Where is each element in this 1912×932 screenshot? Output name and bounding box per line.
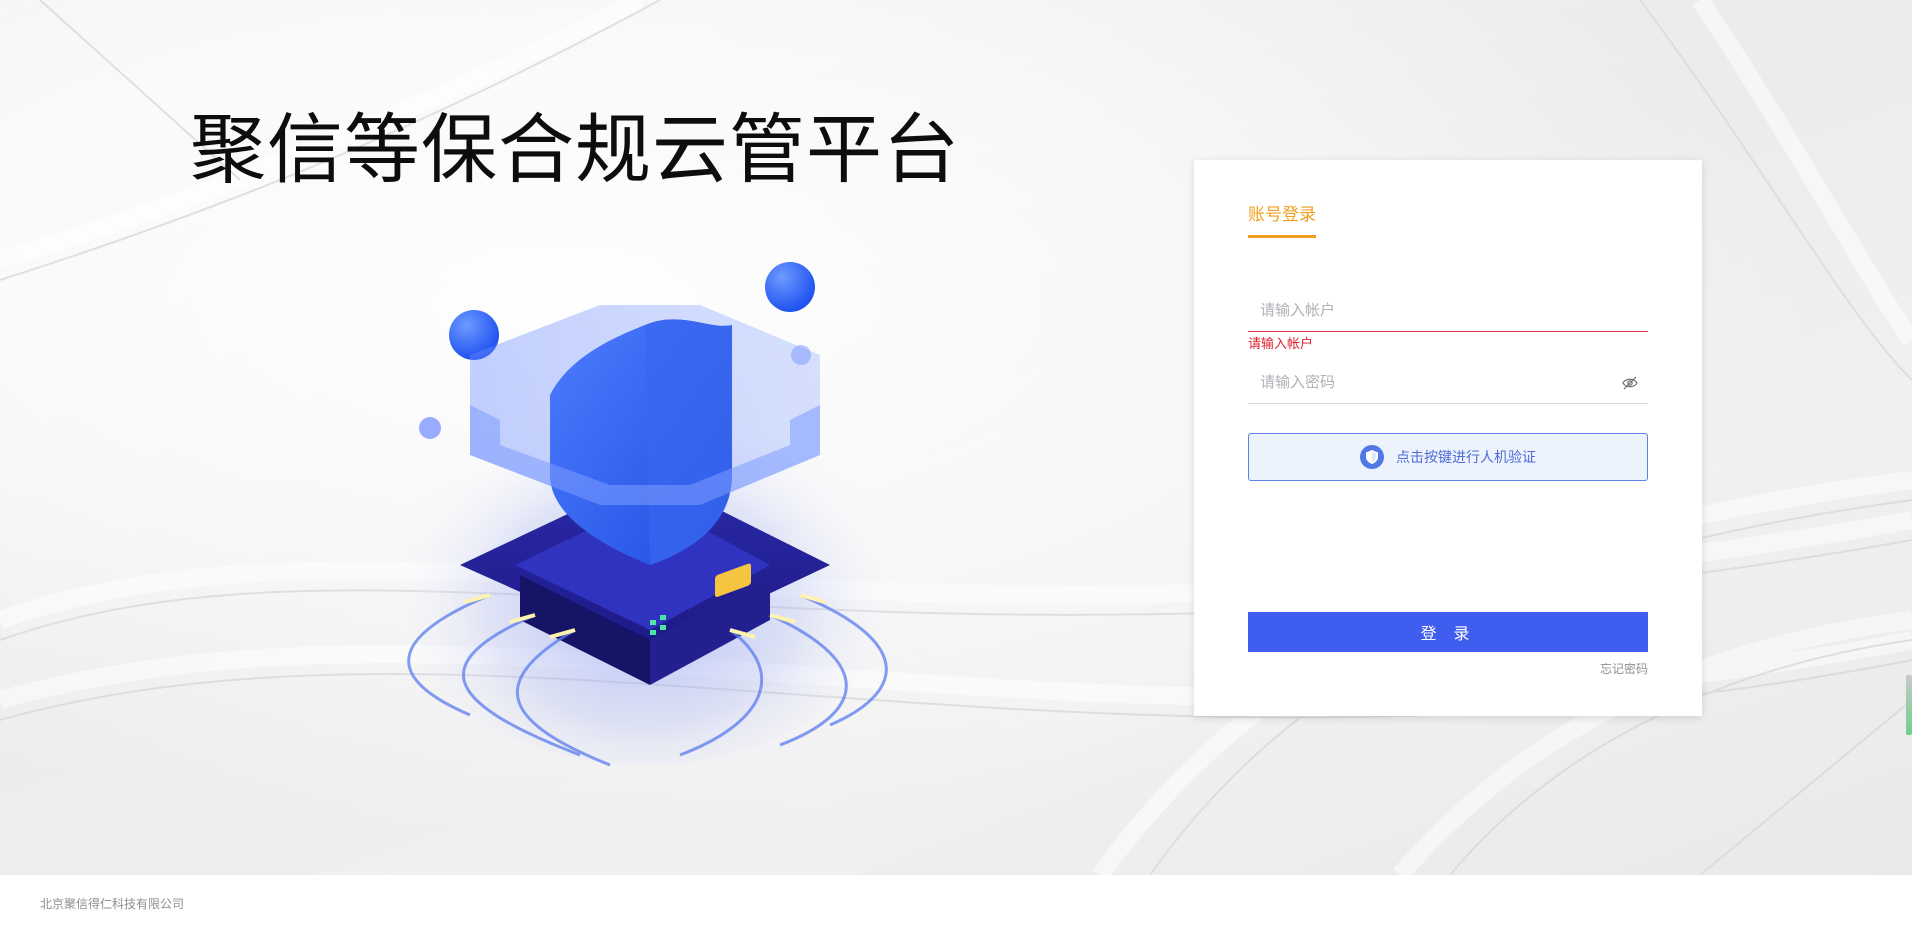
tab-account-login[interactable]: 账号登录 xyxy=(1248,200,1316,238)
page-title: 聚信等保合规云管平台 xyxy=(190,105,960,194)
copyright-text: 北京聚信得仁科技有限公司 xyxy=(40,897,185,911)
eye-slash-icon[interactable] xyxy=(1622,375,1638,390)
login-page: 聚信等保合规云管平台 账号登录 请输入帐户 请输入帐户 点击按键进行人机验证 登… xyxy=(0,0,1912,932)
login-card: 账号登录 请输入帐户 点击按键进行人机验证 登 录 忘记密码 xyxy=(1194,160,1702,716)
account-input[interactable] xyxy=(1248,288,1648,332)
shield-check-icon xyxy=(1360,445,1384,469)
account-error-message: 请输入帐户 xyxy=(1248,337,1314,352)
password-input[interactable] xyxy=(1248,360,1648,404)
login-button[interactable]: 登 录 xyxy=(1248,612,1648,652)
security-shield-illustration xyxy=(360,245,920,775)
scrollbar-thumb[interactable] xyxy=(1906,675,1912,735)
forgot-password-link[interactable]: 忘记密码 xyxy=(1564,660,1648,677)
footer: 北京聚信得仁科技有限公司 xyxy=(0,875,1912,932)
captcha-verify-button[interactable]: 点击按键进行人机验证 xyxy=(1248,433,1648,481)
captcha-label: 点击按键进行人机验证 xyxy=(1396,450,1536,466)
